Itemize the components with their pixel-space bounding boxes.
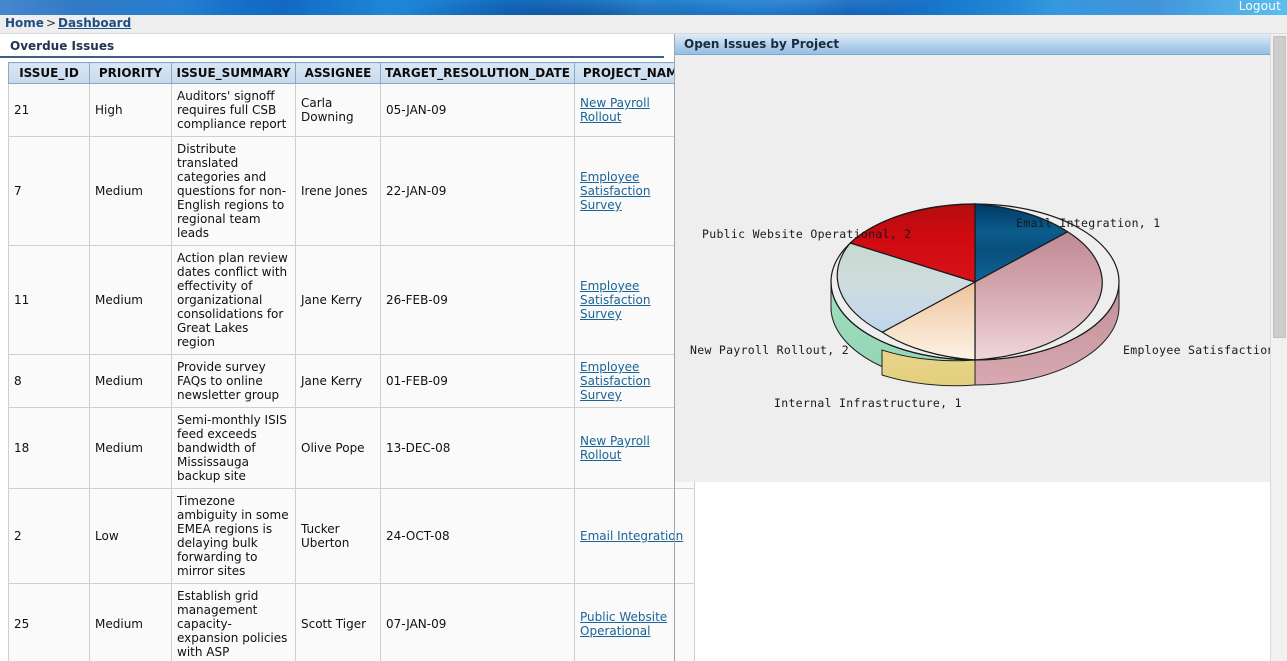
cell-issue-summary: Auditors' signoff requires full CSB comp… (172, 84, 296, 137)
cell-priority: High (90, 84, 172, 137)
cell-issue-id: 7 (9, 137, 90, 246)
pie-chart-area: Public Website Operational, 2 Email Inte… (675, 55, 1287, 482)
table-row: 25MediumEstablish grid management capaci… (9, 584, 695, 661)
breadcrumb-dashboard-link[interactable]: Dashboard (58, 16, 131, 30)
brand-banner: Logout (0, 0, 1287, 15)
pie-label-public-website-operational: Public Website Operational, 2 (702, 227, 911, 241)
pie-chart-svg (675, 55, 1287, 482)
cell-priority: Medium (90, 584, 172, 661)
column-header-issue-summary[interactable]: ISSUE_SUMMARY (172, 63, 296, 84)
column-header-target-resolution-date[interactable]: TARGET_RESOLUTION_DATE (381, 63, 575, 84)
cell-issue-id: 21 (9, 84, 90, 137)
cell-priority: Medium (90, 246, 172, 355)
breadcrumb-home-link[interactable]: Home (5, 16, 44, 30)
pie-label-new-payroll-rollout: New Payroll Rollout, 2 (690, 343, 849, 357)
cell-assignee: Olive Pope (296, 408, 381, 489)
project-name-link[interactable]: Employee Satisfaction Survey (580, 170, 650, 212)
cell-target-resolution-date: 26-FEB-09 (381, 246, 575, 355)
overdue-issues-table: ISSUE_ID PRIORITY ISSUE_SUMMARY ASSIGNEE… (8, 62, 695, 661)
breadcrumb-separator: > (44, 16, 58, 30)
table-body: 21HighAuditors' signoff requires full CS… (9, 84, 695, 661)
region-overdue-issues: Overdue Issues ISSUE_ID PRIORITY ISSUE_S… (0, 34, 666, 661)
column-header-assignee[interactable]: ASSIGNEE (296, 63, 381, 84)
cell-priority: Medium (90, 137, 172, 246)
breadcrumb: Home>Dashboard (0, 15, 1287, 34)
project-name-link[interactable]: Email Integration (580, 529, 683, 543)
cell-issue-summary: Establish grid management capacity-expan… (172, 584, 296, 661)
cell-issue-id: 8 (9, 355, 90, 408)
page-vertical-scrollbar[interactable] (1270, 34, 1287, 661)
cell-target-resolution-date: 05-JAN-09 (381, 84, 575, 137)
pie-label-email-integration: Email Integration, 1 (1016, 216, 1160, 230)
table-row: 18MediumSemi-monthly ISIS feed exceeds b… (9, 408, 695, 489)
cell-issue-summary: Provide survey FAQs to online newsletter… (172, 355, 296, 408)
cell-target-resolution-date: 22-JAN-09 (381, 137, 575, 246)
project-name-link[interactable]: New Payroll Rollout (580, 434, 650, 462)
cell-assignee: Carla Downing (296, 84, 381, 137)
cell-priority: Low (90, 489, 172, 584)
cell-assignee: Jane Kerry (296, 355, 381, 408)
project-name-link[interactable]: New Payroll Rollout (580, 96, 650, 124)
cell-issue-id: 11 (9, 246, 90, 355)
region-title-overdue-issues: Overdue Issues (0, 34, 664, 58)
cell-target-resolution-date: 13-DEC-08 (381, 408, 575, 489)
region-open-issues-by-project: Open Issues by Project (674, 34, 1287, 661)
pie-label-employee-satisfaction-survey: Employee Satisfaction Survey, 3 (1123, 343, 1287, 357)
table-row: 11MediumAction plan review dates conflic… (9, 246, 695, 355)
cell-target-resolution-date: 07-JAN-09 (381, 584, 575, 661)
cell-issue-summary: Semi-monthly ISIS feed exceeds bandwidth… (172, 408, 296, 489)
pie-label-internal-infrastructure: Internal Infrastructure, 1 (774, 396, 962, 410)
project-name-link[interactable]: Public Website Operational (580, 610, 667, 638)
table-row: 21HighAuditors' signoff requires full CS… (9, 84, 695, 137)
cell-assignee: Tucker Uberton (296, 489, 381, 584)
cell-priority: Medium (90, 408, 172, 489)
table-row: 8MediumProvide survey FAQs to online new… (9, 355, 695, 408)
page-vertical-scrollbar-thumb[interactable] (1273, 36, 1286, 338)
cell-assignee: Jane Kerry (296, 246, 381, 355)
cell-issue-summary: Distribute translated categories and que… (172, 137, 296, 246)
cell-assignee: Irene Jones (296, 137, 381, 246)
cell-issue-summary: Action plan review dates conflict with e… (172, 246, 296, 355)
logout-link[interactable]: Logout (1239, 0, 1281, 14)
table-header-row: ISSUE_ID PRIORITY ISSUE_SUMMARY ASSIGNEE… (9, 63, 695, 84)
region-title-open-issues-by-project: Open Issues by Project (675, 34, 1287, 55)
table-row: 2LowTimezone ambiguity in some EMEA regi… (9, 489, 695, 584)
cell-assignee: Scott Tiger (296, 584, 381, 661)
project-name-link[interactable]: Employee Satisfaction Survey (580, 360, 650, 402)
cell-target-resolution-date: 01-FEB-09 (381, 355, 575, 408)
project-name-link[interactable]: Employee Satisfaction Survey (580, 279, 650, 321)
table-row: 7MediumDistribute translated categories … (9, 137, 695, 246)
cell-issue-id: 2 (9, 489, 90, 584)
cell-issue-id: 18 (9, 408, 90, 489)
cell-issue-id: 25 (9, 584, 90, 661)
cell-target-resolution-date: 24-OCT-08 (381, 489, 575, 584)
cell-priority: Medium (90, 355, 172, 408)
column-header-issue-id[interactable]: ISSUE_ID (9, 63, 90, 84)
column-header-priority[interactable]: PRIORITY (90, 63, 172, 84)
cell-issue-summary: Timezone ambiguity in some EMEA regions … (172, 489, 296, 584)
page-body: Overdue Issues ISSUE_ID PRIORITY ISSUE_S… (0, 34, 1287, 661)
report-container: ISSUE_ID PRIORITY ISSUE_SUMMARY ASSIGNEE… (0, 58, 666, 661)
